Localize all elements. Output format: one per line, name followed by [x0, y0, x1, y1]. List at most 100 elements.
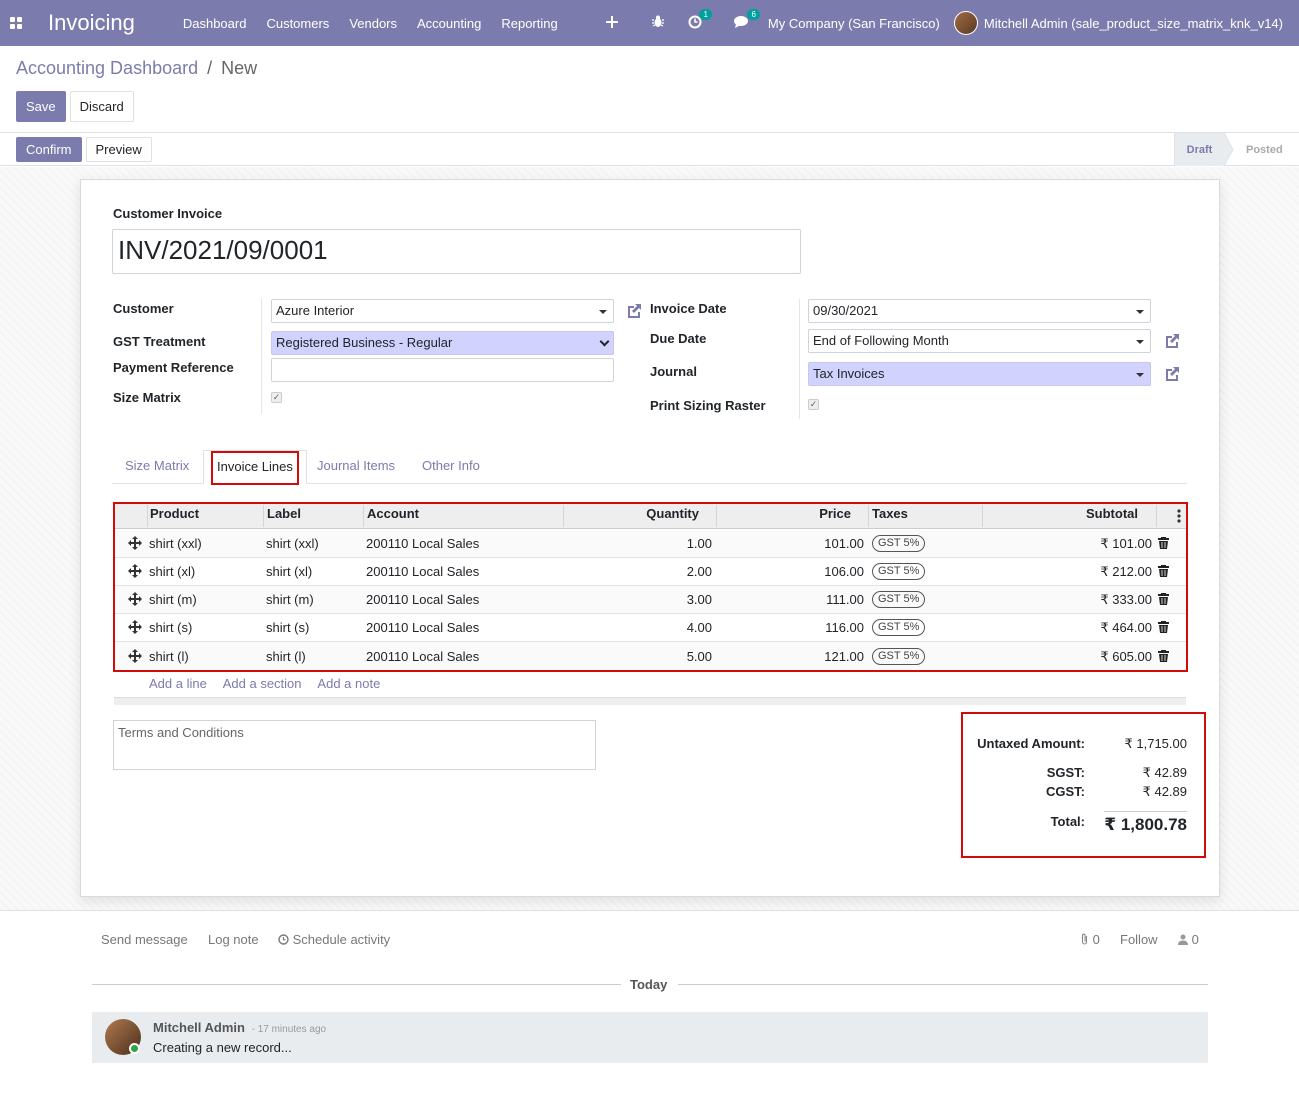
column-separator [716, 505, 717, 527]
size-matrix-label: Size Matrix [113, 390, 181, 405]
tab-other-info[interactable]: Other Info [409, 450, 493, 484]
user-avatar[interactable] [953, 11, 978, 35]
cell-price: 121.00 [824, 649, 864, 664]
cell-quantity: 4.00 [686, 620, 712, 635]
menu-vendors[interactable]: Vendors [339, 16, 407, 31]
column-separator [147, 505, 148, 527]
stage-posted[interactable]: Posted [1224, 133, 1299, 166]
send-message-button[interactable]: Send message [101, 932, 188, 947]
gst-treatment-select[interactable]: Registered Business - Regular [271, 331, 614, 355]
drag-handle-icon[interactable] [128, 564, 142, 578]
terms-and-conditions-field[interactable]: Terms and Conditions [113, 720, 596, 770]
customer-field[interactable]: Azure Interior [271, 299, 614, 323]
doc-type-label: Customer Invoice [113, 206, 223, 221]
journal-value: Tax Invoices [813, 366, 885, 381]
menu-dashboard[interactable]: Dashboard [173, 16, 257, 31]
table-row[interactable]: shirt (xxl) shirt (xxl) 200110 Local Sal… [114, 530, 1186, 558]
message-author[interactable]: Mitchell Admin [153, 1020, 245, 1035]
cell-account: 200110 Local Sales [366, 536, 480, 551]
schedule-activity-label: Schedule activity [292, 932, 391, 947]
invoice-date-field[interactable]: 09/30/2021 [808, 299, 1151, 323]
status-actions: Confirm Preview [16, 137, 152, 162]
activity-count-badge: 1 [699, 8, 712, 20]
company-switcher[interactable]: My Company (San Francisco) [760, 16, 954, 31]
add-note-link[interactable]: Add a note [317, 676, 380, 691]
caret-down-icon [599, 310, 607, 314]
add-line-link[interactable]: Add a line [149, 676, 207, 691]
tab-journal-items[interactable]: Journal Items [304, 450, 408, 484]
follow-button[interactable]: Follow [1120, 932, 1158, 947]
paperclip-icon [1081, 933, 1088, 945]
form-buttons: Save Discard [16, 91, 134, 122]
apps-menu-icon[interactable] [0, 0, 32, 46]
save-button[interactable]: Save [16, 91, 66, 122]
table-row[interactable]: shirt (s) shirt (s) 200110 Local Sales 4… [114, 614, 1186, 642]
plus-icon[interactable] [596, 15, 628, 31]
menu-accounting[interactable]: Accounting [407, 16, 491, 31]
trash-icon[interactable] [1158, 565, 1169, 577]
payment-reference-input[interactable] [271, 358, 614, 382]
table-row[interactable]: shirt (xl) shirt (xl) 200110 Local Sales… [114, 558, 1186, 586]
print-sizing-raster-checkbox[interactable]: ✓ [808, 399, 819, 410]
trash-icon[interactable] [1158, 593, 1169, 605]
trash-icon[interactable] [1158, 537, 1169, 549]
column-header-price[interactable]: Price [724, 506, 851, 521]
attachments-button[interactable]: 0 [1080, 932, 1100, 947]
user-menu[interactable]: Mitchell Admin (sale_product_size_matrix… [984, 16, 1299, 31]
message-count-badge: 6 [747, 8, 760, 20]
cell-product: shirt (xl) [149, 564, 196, 579]
activity-clock-icon[interactable]: 1 [678, 8, 712, 32]
table-row[interactable]: shirt (m) shirt (m) 200110 Local Sales 3… [114, 586, 1186, 614]
add-section-link[interactable]: Add a section [223, 676, 302, 691]
schedule-activity-button[interactable]: Schedule activity [278, 932, 390, 947]
trash-icon[interactable] [1158, 621, 1169, 633]
tab-size-matrix[interactable]: Size Matrix [112, 450, 202, 484]
cell-label: shirt (xxl) [266, 536, 319, 551]
preview-button[interactable]: Preview [85, 137, 152, 162]
invoice-number-field[interactable]: INV/2021/09/0001 [112, 229, 801, 274]
column-header-subtotal[interactable]: Subtotal [989, 506, 1138, 521]
drag-handle-icon[interactable] [128, 536, 142, 550]
external-link-icon[interactable] [625, 302, 643, 320]
chevron-down-icon [599, 336, 610, 347]
navbar-systray: 1 6 My Company (San Francisco) Mitchell … [596, 0, 1299, 46]
cell-product: shirt (l) [149, 649, 189, 664]
log-note-button[interactable]: Log note [208, 932, 259, 947]
external-link-icon[interactable] [1163, 365, 1181, 383]
gst-treatment-value: Registered Business - Regular [276, 335, 453, 350]
due-date-field[interactable]: End of Following Month [808, 329, 1151, 353]
table-header: Product Label Account Quantity Price Tax… [114, 503, 1186, 529]
cell-price: 101.00 [824, 536, 864, 551]
today-separator-left [92, 984, 621, 985]
drag-handle-icon[interactable] [128, 592, 142, 606]
column-header-product[interactable]: Product [150, 506, 199, 521]
statusbar: Confirm Preview Draft Posted [0, 133, 1299, 166]
cell-subtotal: ₹ 333.00 [1100, 592, 1152, 607]
column-header-quantity[interactable]: Quantity [569, 506, 699, 521]
bug-icon[interactable] [642, 15, 674, 31]
size-matrix-checkbox[interactable]: ✓ [271, 392, 282, 403]
confirm-button[interactable]: Confirm [16, 137, 82, 162]
chat-bubble-icon[interactable]: 6 [724, 8, 760, 32]
trash-icon[interactable] [1158, 650, 1169, 662]
followers-count: 0 [1191, 932, 1199, 947]
drag-handle-icon[interactable] [128, 620, 142, 634]
column-separator [363, 505, 364, 527]
menu-customers[interactable]: Customers [256, 16, 339, 31]
journal-field[interactable]: Tax Invoices [808, 362, 1151, 386]
column-separator [263, 505, 264, 527]
column-header-taxes[interactable]: Taxes [872, 506, 908, 521]
drag-handle-icon[interactable] [128, 649, 142, 663]
cell-product: shirt (s) [149, 620, 193, 635]
column-header-account[interactable]: Account [367, 506, 419, 521]
table-row[interactable]: shirt (l) shirt (l) 200110 Local Sales 5… [114, 642, 1186, 671]
tab-invoice-lines[interactable]: Invoice Lines [203, 450, 307, 484]
external-link-icon[interactable] [1163, 332, 1181, 350]
breadcrumb-parent-link[interactable]: Accounting Dashboard [16, 58, 198, 78]
app-name[interactable]: Invoicing [48, 10, 135, 36]
column-header-label[interactable]: Label [267, 506, 301, 521]
followers-button[interactable]: 0 [1178, 932, 1199, 947]
discard-button[interactable]: Discard [69, 91, 134, 122]
optional-columns-icon[interactable] [1177, 509, 1181, 523]
menu-reporting[interactable]: Reporting [491, 16, 567, 31]
